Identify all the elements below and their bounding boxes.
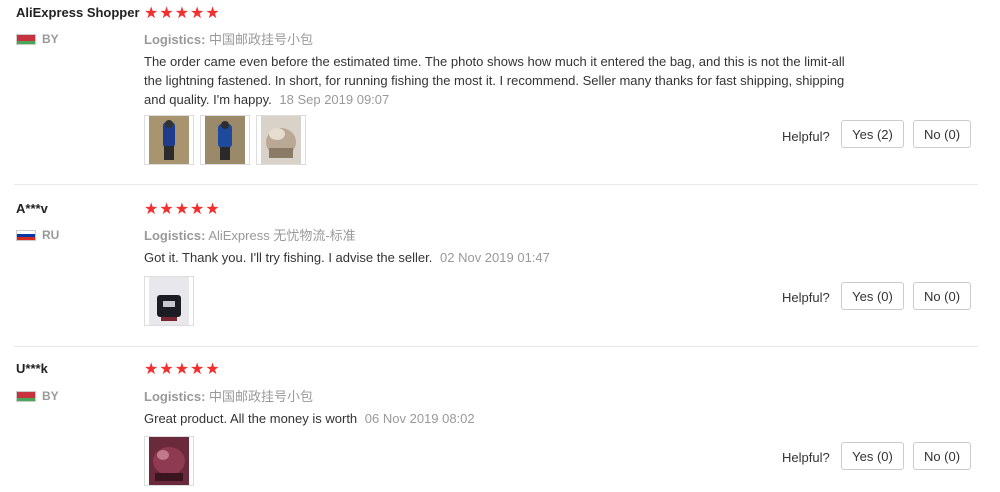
- star-icon: ★: [190, 5, 205, 22]
- star-icon: ★: [174, 361, 190, 378]
- photo-thumbnail-icon: [261, 116, 301, 164]
- review-body: Great product. All the money is worth: [144, 411, 358, 426]
- helpful-no-button[interactable]: No (0): [913, 282, 971, 310]
- star-icon: ★: [159, 201, 174, 218]
- star-icon: ★: [205, 361, 220, 378]
- review-photos: [144, 115, 312, 165]
- review-divider: [14, 346, 978, 347]
- review-divider: [14, 184, 978, 185]
- country-code: RU: [42, 228, 60, 242]
- photo-thumbnail-icon: [149, 277, 189, 325]
- logistics-info: Logistics: AliExpress 无忧物流-标准: [144, 225, 356, 244]
- star-icon: ★: [159, 361, 174, 378]
- logistics-info: Logistics: 中国邮政挂号小包: [144, 386, 313, 405]
- by-flag-icon: [16, 390, 36, 402]
- photo-thumbnail-icon: [149, 116, 189, 164]
- review-date: 18 Sep 2019 09:07: [279, 92, 390, 107]
- helpful-label: Helpful?: [782, 450, 830, 465]
- star-icon: ★: [144, 201, 159, 218]
- review-date: 02 Nov 2019 01:47: [440, 250, 550, 265]
- star-icon: ★: [174, 201, 190, 218]
- logistics-label: Logistics:: [144, 32, 206, 47]
- star-icon: ★: [205, 5, 220, 22]
- helpful-yes-button[interactable]: Yes (0): [841, 282, 904, 310]
- review-body: The order came even before the estimated…: [144, 54, 845, 107]
- star-icon: ★: [190, 201, 205, 218]
- star-icon: ★: [190, 361, 205, 378]
- review-photos: [144, 436, 200, 486]
- review-photo[interactable]: [200, 115, 250, 165]
- logistics-value: 中国邮政挂号小包: [209, 32, 314, 47]
- photo-thumbnail-icon: [149, 437, 189, 485]
- star-icon: ★: [205, 201, 220, 218]
- review-text: Got it. Thank you. I'll try fishing. I a…: [144, 248, 864, 267]
- review-photo[interactable]: [144, 436, 194, 486]
- photo-thumbnail-icon: [205, 116, 245, 164]
- logistics-value: AliExpress 无忧物流-标准: [208, 228, 356, 243]
- logistics-info: Logistics: 中国邮政挂号小包: [144, 29, 313, 48]
- reviewer-country: RU: [16, 228, 59, 242]
- reviewer-name: A***v: [16, 201, 48, 216]
- ru-flag-icon: [16, 229, 36, 241]
- by-flag-icon: [16, 33, 36, 45]
- star-icon: ★: [144, 5, 159, 22]
- review-date: 06 Nov 2019 08:02: [364, 411, 475, 426]
- reviewer-country: BY: [16, 389, 59, 403]
- review-photo[interactable]: [144, 115, 194, 165]
- helpful-yes-button[interactable]: Yes (2): [841, 120, 904, 148]
- helpful-no-button[interactable]: No (0): [913, 120, 971, 148]
- review-text: Great product. All the money is worth 06…: [144, 409, 864, 428]
- logistics-label: Logistics:: [144, 228, 206, 243]
- logistics-value: 中国邮政挂号小包: [209, 389, 314, 404]
- star-icon: ★: [174, 5, 190, 22]
- review-photos: [144, 276, 200, 326]
- review-photo[interactable]: [256, 115, 306, 165]
- review-body: Got it. Thank you. I'll try fishing. I a…: [144, 250, 433, 265]
- star-icon: ★: [159, 5, 174, 22]
- helpful-yes-button[interactable]: Yes (0): [841, 442, 904, 470]
- logistics-label: Logistics:: [144, 389, 206, 404]
- star-rating: ★ ★ ★ ★ ★: [144, 362, 221, 378]
- reviewer-name: U***k: [16, 361, 48, 376]
- review-text: The order came even before the estimated…: [144, 52, 864, 109]
- reviewer-name: AliExpress Shopper: [16, 5, 140, 20]
- helpful-label: Helpful?: [782, 290, 830, 305]
- star-rating: ★ ★ ★ ★ ★: [144, 202, 221, 218]
- star-icon: ★: [144, 361, 159, 378]
- country-code: BY: [42, 389, 59, 403]
- country-code: BY: [42, 32, 59, 46]
- helpful-no-button[interactable]: No (0): [913, 442, 971, 470]
- star-rating: ★ ★ ★ ★ ★: [144, 6, 221, 22]
- helpful-label: Helpful?: [782, 129, 830, 144]
- review-photo[interactable]: [144, 276, 194, 326]
- reviewer-country: BY: [16, 32, 59, 46]
